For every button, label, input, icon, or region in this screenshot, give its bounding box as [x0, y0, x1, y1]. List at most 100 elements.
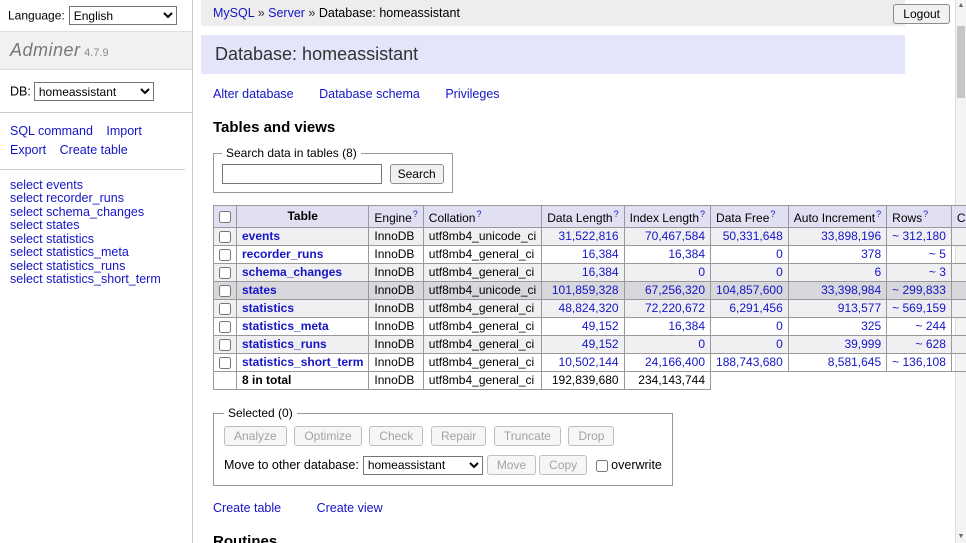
data-free-link[interactable]: 6,291,456: [729, 301, 782, 315]
column-header-comment[interactable]: Comment?: [951, 206, 966, 228]
data-length-link[interactable]: 31,522,816: [559, 229, 619, 243]
column-header-table[interactable]: Table: [237, 206, 369, 228]
breadcrumb-link-mysql[interactable]: MySQL: [213, 6, 254, 20]
column-header-data-length[interactable]: Data Length?: [542, 206, 624, 228]
data-length-link[interactable]: 48,824,320: [559, 301, 619, 315]
auto-increment-link[interactable]: 39,999: [844, 337, 881, 351]
table-name-link-statistics[interactable]: statistics: [242, 301, 294, 315]
column-header-data-free[interactable]: Data Free?: [711, 206, 789, 228]
data-length-link[interactable]: 49,152: [582, 337, 619, 351]
sidebar-link-sql-command[interactable]: SQL command: [10, 124, 93, 138]
row-checkbox-events[interactable]: [219, 231, 231, 243]
index-length-link[interactable]: 67,256,320: [645, 283, 705, 297]
row-checkbox-statistics[interactable]: [219, 303, 231, 315]
sidebar-link-import[interactable]: Import: [106, 124, 141, 138]
help-link[interactable]: ?: [476, 209, 481, 219]
data-length-link[interactable]: 16,384: [582, 247, 619, 261]
sidebar-table-link-select-schema_changes[interactable]: select schema_changes: [10, 206, 182, 220]
search-input[interactable]: [222, 164, 382, 184]
db-action-link-privileges[interactable]: Privileges: [445, 87, 499, 101]
overwrite-checkbox[interactable]: [596, 460, 608, 472]
auto-increment-link[interactable]: 913,577: [838, 301, 881, 315]
sidebar-table-link-select-statistics_short_term[interactable]: select statistics_short_term: [10, 273, 182, 287]
data-free-link[interactable]: 0: [776, 337, 783, 351]
sidebar-table-link-select-states[interactable]: select states: [10, 219, 182, 233]
rows-link[interactable]: ~ 299,833: [892, 283, 946, 297]
data-free-link[interactable]: 104,857,600: [716, 283, 783, 297]
column-header-engine[interactable]: Engine?: [369, 206, 423, 228]
help-link[interactable]: ?: [614, 209, 619, 219]
scrollbar-thumb[interactable]: [957, 26, 965, 98]
sidebar-table-link-select-events[interactable]: select events: [10, 179, 182, 193]
rows-link[interactable]: ~ 3: [929, 265, 946, 279]
auto-increment-link[interactable]: 33,398,984: [821, 283, 881, 297]
move-db-select[interactable]: homeassistant: [363, 456, 483, 475]
table-name-link-events[interactable]: events: [242, 229, 280, 243]
auto-increment-link[interactable]: 6: [874, 265, 881, 279]
rows-link[interactable]: ~ 244: [916, 319, 946, 333]
help-link[interactable]: ?: [876, 209, 881, 219]
column-header-auto-increment[interactable]: Auto Increment?: [788, 206, 886, 228]
overwrite-label[interactable]: overwrite: [611, 458, 662, 472]
data-free-link[interactable]: 0: [776, 265, 783, 279]
table-name-link-statistics_meta[interactable]: statistics_meta: [242, 319, 329, 333]
index-length-link[interactable]: 0: [698, 265, 705, 279]
row-checkbox-states[interactable]: [219, 285, 231, 297]
row-checkbox-statistics_short_term[interactable]: [219, 357, 231, 369]
sidebar-table-link-select-statistics[interactable]: select statistics: [10, 233, 182, 247]
db-action-link-alter-database[interactable]: Alter database: [213, 87, 294, 101]
auto-increment-link[interactable]: 33,898,196: [821, 229, 881, 243]
column-header-index-length[interactable]: Index Length?: [624, 206, 710, 228]
create-link-create-table[interactable]: Create table: [213, 501, 281, 515]
table-name-link-statistics_short_term[interactable]: statistics_short_term: [242, 355, 363, 369]
db-select[interactable]: homeassistant: [34, 82, 154, 101]
index-length-link[interactable]: 16,384: [668, 319, 705, 333]
data-length-link[interactable]: 10,502,144: [559, 355, 619, 369]
breadcrumb-link-server[interactable]: Server: [268, 6, 305, 20]
logout-button[interactable]: Logout: [893, 4, 950, 24]
index-length-link[interactable]: 24,166,400: [645, 355, 705, 369]
data-free-link[interactable]: 50,331,648: [723, 229, 783, 243]
rows-link[interactable]: ~ 136,108: [892, 355, 946, 369]
db-action-link-database-schema[interactable]: Database schema: [319, 87, 420, 101]
language-select[interactable]: English: [69, 6, 177, 25]
sidebar-link-export[interactable]: Export: [10, 143, 46, 157]
create-link-create-view[interactable]: Create view: [317, 501, 383, 515]
rows-link[interactable]: ~ 312,180: [892, 229, 946, 243]
help-link[interactable]: ?: [770, 209, 775, 219]
scrollbar-down-arrow-icon[interactable]: ▼: [956, 531, 966, 543]
column-header-rows[interactable]: Rows?: [887, 206, 952, 228]
index-length-link[interactable]: 70,467,584: [645, 229, 705, 243]
row-checkbox-schema_changes[interactable]: [219, 267, 231, 279]
table-name-link-states[interactable]: states: [242, 283, 277, 297]
sidebar-table-link-select-statistics_runs[interactable]: select statistics_runs: [10, 260, 182, 274]
rows-link[interactable]: ~ 628: [916, 337, 946, 351]
row-checkbox-statistics_meta[interactable]: [219, 321, 231, 333]
search-button[interactable]: Search: [390, 164, 444, 184]
column-header-collation[interactable]: Collation?: [423, 206, 541, 228]
sidebar-link-create-table[interactable]: Create table: [60, 143, 128, 157]
help-link[interactable]: ?: [413, 209, 418, 219]
sidebar-table-link-select-statistics_meta[interactable]: select statistics_meta: [10, 246, 182, 260]
data-free-link[interactable]: 0: [776, 247, 783, 261]
data-length-link[interactable]: 101,859,328: [552, 283, 619, 297]
table-name-link-recorder_runs[interactable]: recorder_runs: [242, 247, 323, 261]
data-length-link[interactable]: 16,384: [582, 265, 619, 279]
index-length-link[interactable]: 0: [698, 337, 705, 351]
auto-increment-link[interactable]: 8,581,645: [828, 355, 881, 369]
table-name-link-schema_changes[interactable]: schema_changes: [242, 265, 342, 279]
auto-increment-link[interactable]: 325: [861, 319, 881, 333]
rows-link[interactable]: ~ 5: [929, 247, 946, 261]
help-link[interactable]: ?: [923, 209, 928, 219]
table-name-link-statistics_runs[interactable]: statistics_runs: [242, 337, 327, 351]
scrollbar-up-arrow-icon[interactable]: ▲: [956, 0, 966, 12]
row-checkbox-recorder_runs[interactable]: [219, 249, 231, 261]
help-link[interactable]: ?: [700, 209, 705, 219]
index-length-link[interactable]: 72,220,672: [645, 301, 705, 315]
data-free-link[interactable]: 188,743,680: [716, 355, 783, 369]
data-free-link[interactable]: 0: [776, 319, 783, 333]
row-checkbox-statistics_runs[interactable]: [219, 339, 231, 351]
index-length-link[interactable]: 16,384: [668, 247, 705, 261]
select-all-checkbox[interactable]: [219, 211, 231, 223]
auto-increment-link[interactable]: 378: [861, 247, 881, 261]
